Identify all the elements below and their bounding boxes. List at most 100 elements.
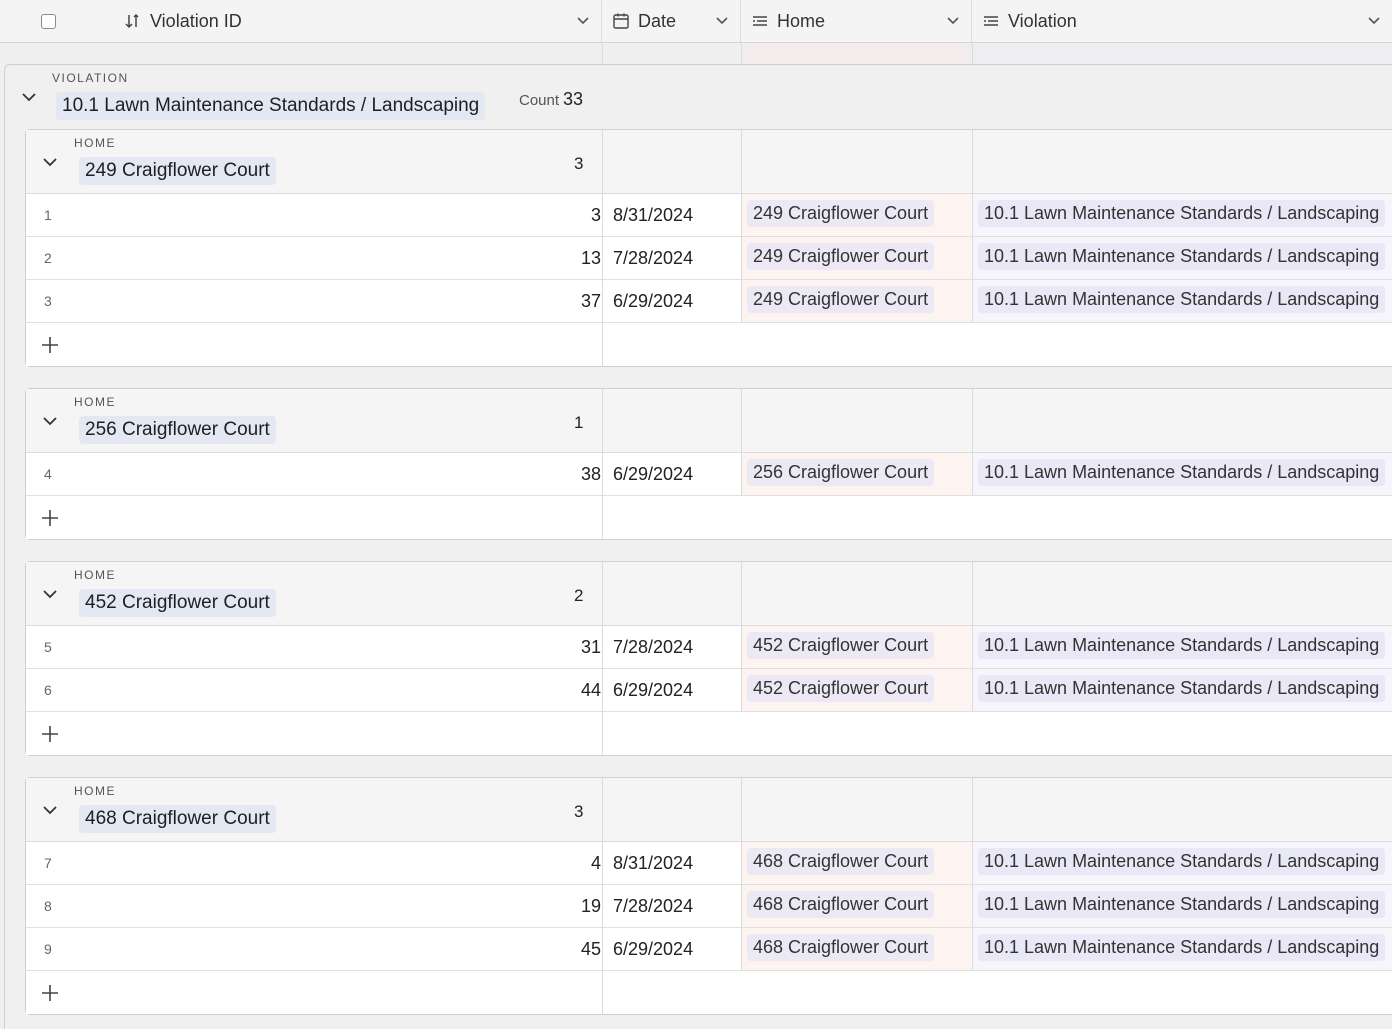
group-field-label: HOME <box>74 395 116 409</box>
add-record-row[interactable] <box>26 971 1392 1014</box>
table-row[interactable]: 2 13 7/28/2024 249 Craigflower Court 10.… <box>26 237 1392 280</box>
row-number: 6 <box>44 682 52 698</box>
home-group-header[interactable]: HOME 452 Craigflower Court 2 <box>26 562 1392 626</box>
column-header-violation-id[interactable]: Violation ID <box>0 0 602 42</box>
linked-record-icon <box>753 16 767 26</box>
home-chip[interactable]: 249 Craigflower Court <box>747 200 935 227</box>
home-chip[interactable]: 256 Craigflower Court <box>747 459 935 486</box>
violation-id-cell[interactable]: 45 <box>581 939 601 960</box>
violation-id-cell[interactable]: 37 <box>581 291 601 312</box>
chevron-down-icon[interactable] <box>714 12 730 28</box>
count-value: 33 <box>563 89 584 109</box>
home-group-header[interactable]: HOME 468 Craigflower Court 3 <box>26 778 1392 842</box>
date-cell[interactable]: 8/31/2024 <box>613 853 693 874</box>
table-row[interactable]: 9 45 6/29/2024 468 Craigflower Court 10.… <box>26 928 1392 971</box>
highlighted-count: 2 <box>574 586 584 605</box>
group-field-label: HOME <box>74 136 116 150</box>
home-chip[interactable]: 468 Craigflower Court <box>747 891 935 918</box>
highlighted-count: 1 <box>574 413 584 432</box>
chevron-down-icon[interactable] <box>945 12 961 28</box>
home-group-header[interactable]: HOME 256 Craigflower Court 1 <box>26 389 1392 453</box>
violation-chip[interactable]: 10.1 Lawn Maintenance Standards / Landsc… <box>978 632 1386 659</box>
violation-id-cell[interactable]: 4 <box>591 853 601 874</box>
home-group: HOME 468 Craigflower Court 3 7 4 8/31/20… <box>25 777 1392 1015</box>
chevron-down-icon[interactable] <box>21 89 37 105</box>
home-group-header[interactable]: HOME 249 Craigflower Court 3 <box>26 130 1392 194</box>
home-chip[interactable]: 249 Craigflower Court <box>747 286 935 313</box>
add-record-row[interactable] <box>26 323 1392 366</box>
row-number: 3 <box>44 293 52 309</box>
date-cell[interactable]: 8/31/2024 <box>613 205 693 226</box>
violation-chip[interactable]: 10.1 Lawn Maintenance Standards / Landsc… <box>978 891 1386 918</box>
table-row[interactable]: 8 19 7/28/2024 468 Craigflower Court 10.… <box>26 885 1392 928</box>
violation-chip[interactable]: 10.1 Lawn Maintenance Standards / Landsc… <box>978 934 1386 961</box>
home-chip[interactable]: 452 Craigflower Court <box>747 632 935 659</box>
plus-icon[interactable] <box>40 724 60 744</box>
column-header-home[interactable]: Home <box>741 0 972 42</box>
chevron-down-icon[interactable] <box>42 154 58 170</box>
calendar-icon <box>613 13 629 29</box>
violation-chip[interactable]: 10.1 Lawn Maintenance Standards / Landsc… <box>978 243 1386 270</box>
group-name: 249 Craigflower Court <box>79 157 276 185</box>
chevron-down-icon[interactable] <box>1366 12 1382 28</box>
row-number: 9 <box>44 941 52 957</box>
highlighted-count: 3 <box>574 154 584 173</box>
violation-chip[interactable]: 10.1 Lawn Maintenance Standards / Landsc… <box>978 286 1386 313</box>
group-field-label: HOME <box>74 568 116 582</box>
table-row[interactable]: 1 3 8/31/2024 249 Craigflower Court 10.1… <box>26 194 1392 237</box>
column-header-label: Violation ID <box>150 10 242 31</box>
home-group: HOME 452 Craigflower Court 2 5 31 7/28/2… <box>25 561 1392 756</box>
column-header-violation[interactable]: Violation <box>972 0 1392 42</box>
column-header-date[interactable]: Date <box>602 0 741 42</box>
table-row[interactable]: 5 31 7/28/2024 452 Craigflower Court 10.… <box>26 626 1392 669</box>
highlighted-count: 3 <box>574 802 584 821</box>
date-cell[interactable]: 7/28/2024 <box>613 637 693 658</box>
chevron-down-icon[interactable] <box>42 413 58 429</box>
chevron-down-icon[interactable] <box>575 12 591 28</box>
violation-id-cell[interactable]: 31 <box>581 637 601 658</box>
violation-chip[interactable]: 10.1 Lawn Maintenance Standards / Landsc… <box>978 200 1386 227</box>
chevron-down-icon[interactable] <box>42 802 58 818</box>
date-cell[interactable]: 6/29/2024 <box>613 291 693 312</box>
home-chip[interactable]: 452 Craigflower Court <box>747 675 935 702</box>
home-chip[interactable]: 468 Craigflower Court <box>747 848 935 875</box>
date-cell[interactable]: 6/29/2024 <box>613 680 693 701</box>
table-row[interactable]: 4 38 6/29/2024 256 Craigflower Court 10.… <box>26 453 1392 496</box>
plus-icon[interactable] <box>40 335 60 355</box>
home-group: HOME 256 Craigflower Court 1 4 38 6/29/2… <box>25 388 1392 540</box>
home-chip[interactable]: 249 Craigflower Court <box>747 243 935 270</box>
chevron-down-icon[interactable] <box>42 586 58 602</box>
table-row[interactable]: 7 4 8/31/2024 468 Craigflower Court 10.1… <box>26 842 1392 885</box>
violation-id-cell[interactable]: 13 <box>581 248 601 269</box>
violation-id-cell[interactable]: 19 <box>581 896 601 917</box>
date-cell[interactable]: 6/29/2024 <box>613 464 693 485</box>
add-record-row[interactable] <box>26 712 1392 755</box>
group-field-label: HOME <box>74 784 116 798</box>
group-name: 10.1 Lawn Maintenance Standards / Landsc… <box>56 92 486 120</box>
date-cell[interactable]: 6/29/2024 <box>613 939 693 960</box>
home-chip[interactable]: 468 Craigflower Court <box>747 934 935 961</box>
row-number: 7 <box>44 855 52 871</box>
column-header-label: Violation <box>1008 10 1077 31</box>
violation-group-header[interactable]: VIOLATION 10.1 Lawn Maintenance Standard… <box>5 65 602 129</box>
add-record-row[interactable] <box>26 496 1392 539</box>
violation-chip[interactable]: 10.1 Lawn Maintenance Standards / Landsc… <box>978 848 1386 875</box>
violation-id-cell[interactable]: 44 <box>581 680 601 701</box>
violation-id-cell[interactable]: 38 <box>581 464 601 485</box>
column-header-label: Date <box>638 10 677 31</box>
table-row[interactable]: 6 44 6/29/2024 452 Craigflower Court 10.… <box>26 669 1392 712</box>
violation-id-cell[interactable]: 3 <box>591 205 601 226</box>
row-number: 8 <box>44 898 52 914</box>
violation-chip[interactable]: 10.1 Lawn Maintenance Standards / Landsc… <box>978 459 1386 486</box>
plus-icon[interactable] <box>40 508 60 528</box>
group-name: 256 Craigflower Court <box>79 416 276 444</box>
row-number: 4 <box>44 466 52 482</box>
plus-icon[interactable] <box>40 983 60 1003</box>
column-header-label: Home <box>777 10 826 31</box>
violation-chip[interactable]: 10.1 Lawn Maintenance Standards / Landsc… <box>978 675 1386 702</box>
date-cell[interactable]: 7/28/2024 <box>613 896 693 917</box>
row-number: 1 <box>44 207 52 223</box>
group-name: 468 Craigflower Court <box>79 805 276 833</box>
date-cell[interactable]: 7/28/2024 <box>613 248 693 269</box>
table-row[interactable]: 3 37 6/29/2024 249 Craigflower Court 10.… <box>26 280 1392 323</box>
